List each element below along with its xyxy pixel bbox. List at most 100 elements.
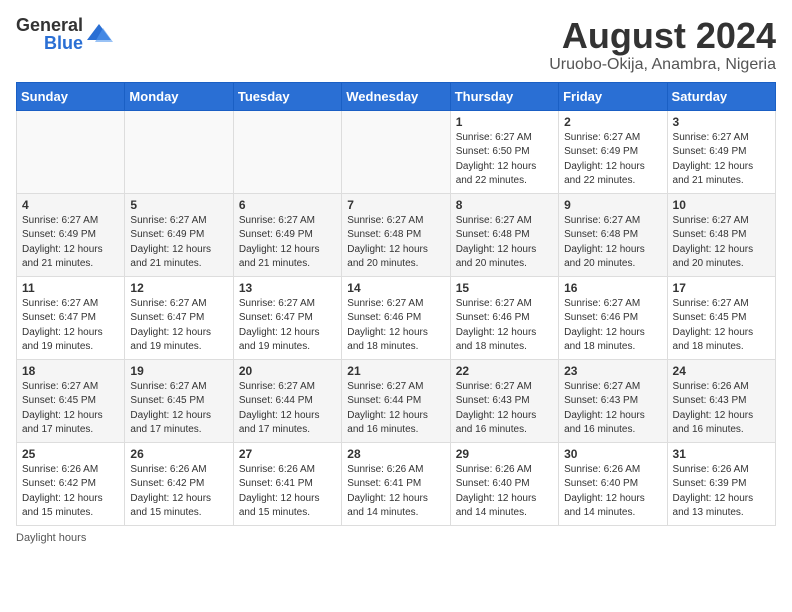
calendar-cell xyxy=(233,110,341,193)
day-number: 20 xyxy=(239,364,336,378)
day-info: Sunrise: 6:27 AMSunset: 6:48 PMDaylight:… xyxy=(456,214,553,272)
weekday-header-wednesday: Wednesday xyxy=(342,82,450,110)
day-info: Sunrise: 6:26 AMSunset: 6:40 PMDaylight:… xyxy=(564,463,661,521)
weekday-header-saturday: Saturday xyxy=(667,82,775,110)
day-info: Sunrise: 6:27 AMSunset: 6:45 PMDaylight:… xyxy=(673,297,770,355)
title-area: August 2024 Uruobo-Okija, Anambra, Niger… xyxy=(549,16,776,74)
day-number: 28 xyxy=(347,447,444,461)
calendar-cell xyxy=(125,110,233,193)
calendar-cell: 9Sunrise: 6:27 AMSunset: 6:48 PMDaylight… xyxy=(559,193,667,276)
calendar-cell: 15 Sunrise: 6:27 AMSunset: 6:46 PMDayligh… xyxy=(450,276,558,359)
day-number: 18 xyxy=(22,364,119,378)
day-number: 23 xyxy=(564,364,661,378)
day-number: 30 xyxy=(564,447,661,461)
day-info: Sunrise: 6:26 AMSunset: 6:40 PMDaylight:… xyxy=(456,463,553,521)
calendar-cell: 12 Sunrise: 6:27 AMSunset: 6:47 PMDayligh… xyxy=(125,276,233,359)
day-number: 16 xyxy=(564,281,661,295)
calendar-cell: 2 Sunrise: 6:27 AMSunset: 6:49 PMDaylight… xyxy=(559,110,667,193)
day-number: 21 xyxy=(347,364,444,378)
calendar-cell xyxy=(342,110,450,193)
calendar-cell: 13 Sunrise: 6:27 AMSunset: 6:47 PMDayligh… xyxy=(233,276,341,359)
weekday-header-thursday: Thursday xyxy=(450,82,558,110)
calendar-cell: 6Sunrise: 6:27 AMSunset: 6:49 PMDaylight… xyxy=(233,193,341,276)
logo: General Blue xyxy=(16,16,113,52)
day-info: Sunrise: 6:26 AMSunset: 6:41 PMDaylight:… xyxy=(347,463,444,521)
logo-text-blue: Blue xyxy=(44,34,83,52)
day-info: Sunrise: 6:27 AMSunset: 6:45 PMDaylight:… xyxy=(22,380,119,438)
day-number: 25 xyxy=(22,447,119,461)
calendar-cell: 23 Sunrise: 6:27 AMSunset: 6:43 PMDayligh… xyxy=(559,359,667,442)
day-info: Sunrise: 6:26 AMSunset: 6:41 PMDaylight:… xyxy=(239,463,336,521)
day-number: 31 xyxy=(673,447,770,461)
calendar-cell: 16 Sunrise: 6:27 AMSunset: 6:46 PMDayligh… xyxy=(559,276,667,359)
day-info: Sunrise: 6:27 AMSunset: 6:47 PMDaylight:… xyxy=(239,297,336,355)
day-number: 12 xyxy=(130,281,227,295)
calendar-cell: 30 Sunrise: 6:26 AMSunset: 6:40 PMDayligh… xyxy=(559,442,667,525)
calendar-cell: 21Sunrise: 6:27 AMSunset: 6:44 PMDayligh… xyxy=(342,359,450,442)
calendar-cell: 24Sunrise: 6:26 AMSunset: 6:43 PMDayligh… xyxy=(667,359,775,442)
day-info: Sunrise: 6:27 AMSunset: 6:46 PMDaylight:… xyxy=(347,297,444,355)
subtitle: Uruobo-Okija, Anambra, Nigeria xyxy=(549,56,776,74)
day-number: 13 xyxy=(239,281,336,295)
calendar-cell xyxy=(17,110,125,193)
day-number: 27 xyxy=(239,447,336,461)
day-number: 10 xyxy=(673,198,770,212)
day-info: Sunrise: 6:27 AMSunset: 6:48 PMDaylight:… xyxy=(673,214,770,272)
calendar-cell: 5 Sunrise: 6:27 AMSunset: 6:49 PMDaylight… xyxy=(125,193,233,276)
day-info: Sunrise: 6:26 AMSunset: 6:42 PMDaylight:… xyxy=(130,463,227,521)
day-info: Sunrise: 6:27 AMSunset: 6:48 PMDaylight:… xyxy=(347,214,444,272)
footer-note: Daylight hours xyxy=(16,532,776,544)
day-number: 17 xyxy=(673,281,770,295)
day-info: Sunrise: 6:27 AMSunset: 6:49 PMDaylight:… xyxy=(564,131,661,189)
day-number: 14 xyxy=(347,281,444,295)
day-number: 2 xyxy=(564,115,661,129)
calendar-cell: 14 Sunrise: 6:27 AMSunset: 6:46 PMDayligh… xyxy=(342,276,450,359)
day-info: Sunrise: 6:26 AMSunset: 6:39 PMDaylight:… xyxy=(673,463,770,521)
day-info: Sunrise: 6:27 AMSunset: 6:49 PMDaylight:… xyxy=(673,131,770,189)
day-info: Sunrise: 6:27 AMSunset: 6:46 PMDaylight:… xyxy=(456,297,553,355)
week-row-3: 11 Sunrise: 6:27 AMSunset: 6:47 PMDayligh… xyxy=(17,276,776,359)
calendar-cell: 8 Sunrise: 6:27 AMSunset: 6:48 PMDaylight… xyxy=(450,193,558,276)
calendar-cell: 20 Sunrise: 6:27 AMSunset: 6:44 PMDayligh… xyxy=(233,359,341,442)
day-number: 29 xyxy=(456,447,553,461)
calendar-cell: 18 Sunrise: 6:27 AMSunset: 6:45 PMDayligh… xyxy=(17,359,125,442)
weekday-header-sunday: Sunday xyxy=(17,82,125,110)
calendar-cell: 22 Sunrise: 6:27 AMSunset: 6:43 PMDayligh… xyxy=(450,359,558,442)
day-number: 11 xyxy=(22,281,119,295)
day-number: 5 xyxy=(130,198,227,212)
calendar-cell: 25 Sunrise: 6:26 AMSunset: 6:42 PMDayligh… xyxy=(17,442,125,525)
day-number: 22 xyxy=(456,364,553,378)
day-info: Sunrise: 6:27 AMSunset: 6:46 PMDaylight:… xyxy=(564,297,661,355)
day-info: Sunrise: 6:27 AMSunset: 6:45 PMDaylight:… xyxy=(130,380,227,438)
calendar-cell: 28 Sunrise: 6:26 AMSunset: 6:41 PMDayligh… xyxy=(342,442,450,525)
logo-text-general: General xyxy=(16,16,83,34)
day-number: 6 xyxy=(239,198,336,212)
day-info: Sunrise: 6:27 AMSunset: 6:47 PMDaylight:… xyxy=(22,297,119,355)
day-number: 26 xyxy=(130,447,227,461)
day-number: 15 xyxy=(456,281,553,295)
day-number: 8 xyxy=(456,198,553,212)
day-number: 3 xyxy=(673,115,770,129)
main-title: August 2024 xyxy=(549,16,776,56)
calendar-cell: 17 Sunrise: 6:27 AMSunset: 6:45 PMDayligh… xyxy=(667,276,775,359)
day-info: Sunrise: 6:27 AMSunset: 6:44 PMDaylight:… xyxy=(239,380,336,438)
calendar-cell: 10 Sunrise: 6:27 AMSunset: 6:48 PMDayligh… xyxy=(667,193,775,276)
day-number: 24 xyxy=(673,364,770,378)
day-info: Sunrise: 6:26 AMSunset: 6:42 PMDaylight:… xyxy=(22,463,119,521)
week-row-5: 25 Sunrise: 6:26 AMSunset: 6:42 PMDayligh… xyxy=(17,442,776,525)
calendar-cell: 3 Sunrise: 6:27 AMSunset: 6:49 PMDaylight… xyxy=(667,110,775,193)
day-info: Sunrise: 6:27 AMSunset: 6:43 PMDaylight:… xyxy=(456,380,553,438)
day-info: Sunrise: 6:27 AMSunset: 6:49 PMDaylight:… xyxy=(22,214,119,272)
day-info: Sunrise: 6:27 AMSunset: 6:49 PMDaylight:… xyxy=(130,214,227,272)
day-number: 7 xyxy=(347,198,444,212)
day-info: Sunrise: 6:27 AMSunset: 6:47 PMDaylight:… xyxy=(130,297,227,355)
day-info: Sunrise: 6:27 AMSunset: 6:43 PMDaylight:… xyxy=(564,380,661,438)
day-number: 4 xyxy=(22,198,119,212)
calendar: SundayMondayTuesdayWednesdayThursdayFrid… xyxy=(16,82,776,526)
weekday-header-tuesday: Tuesday xyxy=(233,82,341,110)
calendar-cell: 27 Sunrise: 6:26 AMSunset: 6:41 PMDayligh… xyxy=(233,442,341,525)
calendar-cell: 11 Sunrise: 6:27 AMSunset: 6:47 PMDayligh… xyxy=(17,276,125,359)
day-info: Sunrise: 6:27 AMSunset: 6:48 PMDaylight:… xyxy=(564,214,661,272)
weekday-header-friday: Friday xyxy=(559,82,667,110)
weekday-header-row: SundayMondayTuesdayWednesdayThursdayFrid… xyxy=(17,82,776,110)
